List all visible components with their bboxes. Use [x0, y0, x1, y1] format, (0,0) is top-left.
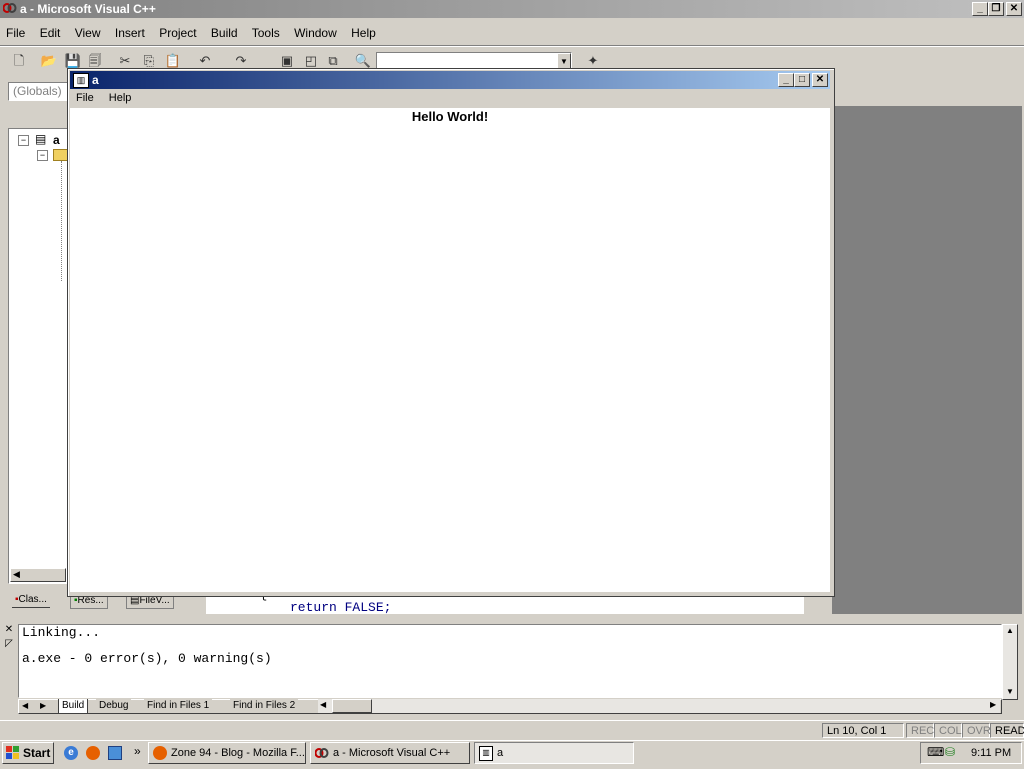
app-title: a - Microsoft Visual C++ [20, 2, 156, 16]
child-menu-help[interactable]: Help [109, 92, 132, 104]
system-tray: ⌨ ⛁ 9:11 PM [920, 742, 1022, 764]
workspace-panel: − ▤ a − [8, 128, 69, 584]
open-folder-icon[interactable]: 📂 [40, 52, 58, 70]
network-icon[interactable]: ⛁ [945, 745, 955, 759]
child-minimize-button[interactable]: _ [778, 73, 794, 87]
menu-window[interactable]: Window [294, 26, 337, 40]
output-tab-debug[interactable]: Debug [96, 699, 132, 714]
output-tab-find2[interactable]: Find in Files 2 [230, 699, 299, 714]
scroll-down-icon[interactable]: ▼ [1006, 687, 1014, 696]
output-vscroll[interactable]: ▲ ▼ [1002, 624, 1018, 700]
tree-expand-icon[interactable]: − [37, 150, 48, 161]
mdi-background [832, 106, 1022, 614]
tree-expand-icon[interactable]: − [18, 135, 29, 146]
tab-scroll-left-icon[interactable]: ◀ [22, 701, 28, 710]
scroll-thumb[interactable] [332, 699, 372, 713]
restore-button[interactable]: ❐ [988, 2, 1004, 16]
output-hscroll[interactable]: ◀ ▶ [318, 699, 1000, 713]
globals-combo-value: (Globals) [13, 84, 62, 98]
chevron-down-icon[interactable]: ▼ [557, 53, 571, 69]
status-read: READ [990, 723, 1024, 738]
output-pane[interactable]: Linking... a.exe - 0 error(s), 0 warning… [18, 624, 1002, 698]
menu-insert[interactable]: Insert [115, 26, 145, 40]
status-position: Ln 10, Col 1 [822, 723, 904, 738]
start-label: Start [23, 746, 51, 760]
task-vc[interactable]: a - Microsoft Visual C++ [310, 742, 470, 764]
app-window-icon: ▥ [479, 746, 493, 761]
main-menubar: File Edit View Insert Project Build Tool… [6, 26, 387, 42]
child-window: ▥ a _ □ ✕ File Help Hello World! [67, 68, 835, 597]
child-title: a [92, 73, 99, 87]
status-rec: REC [906, 723, 934, 738]
child-close-button[interactable]: ✕ [812, 73, 828, 87]
main-titlebar: a - Microsoft Visual C++ _ ❐ ✕ [0, 0, 1024, 18]
tab-scroll-right-icon[interactable]: ▶ [40, 701, 46, 710]
status-col: COL [934, 723, 962, 738]
task-firefox[interactable]: Zone 94 - Blog - Mozilla F... [148, 742, 306, 764]
firefox-icon [153, 746, 167, 760]
tab-classview[interactable]: ▪Clas... [12, 593, 50, 608]
menu-edit[interactable]: Edit [40, 26, 61, 40]
task-a[interactable]: ▥ a [474, 742, 634, 764]
child-client-area[interactable]: Hello World! [70, 108, 830, 592]
firefox-icon[interactable] [86, 746, 100, 760]
menu-build[interactable]: Build [211, 26, 238, 40]
menu-project[interactable]: Project [159, 26, 196, 40]
menu-view[interactable]: View [75, 26, 101, 40]
windows-logo-icon [6, 746, 20, 760]
keyboard-icon[interactable]: ⌨ [927, 745, 944, 759]
scroll-up-icon[interactable]: ▲ [1006, 626, 1014, 635]
minimize-button[interactable]: _ [972, 2, 988, 16]
tree-line [61, 161, 62, 281]
output-pin-icon[interactable]: ◸ [3, 638, 15, 650]
workspace-hscroll[interactable]: ◀ [10, 568, 66, 582]
status-ovr: OVR [962, 723, 991, 738]
menu-help[interactable]: Help [351, 26, 376, 40]
project-icon: ▤ [35, 132, 47, 146]
new-file-icon[interactable]: 🗋 [10, 52, 28, 70]
scroll-left-icon[interactable]: ◀ [320, 700, 326, 709]
menu-tools[interactable]: Tools [252, 26, 280, 40]
child-menubar: File Help [76, 92, 131, 104]
vc-icon [314, 747, 329, 763]
child-titlebar: ▥ a _ □ ✕ [70, 71, 830, 89]
desktop-icon[interactable] [108, 746, 122, 760]
start-button[interactable]: Start [2, 742, 54, 764]
output-line: Linking... [22, 625, 101, 640]
close-button[interactable]: ✕ [1006, 2, 1022, 16]
child-maximize-button[interactable]: □ [794, 73, 810, 87]
output-line: a.exe - 0 error(s), 0 warning(s) [22, 651, 272, 666]
output-tab-find1[interactable]: Find in Files 1 [144, 699, 213, 714]
ie-icon[interactable]: e [64, 746, 78, 760]
code-line-return: return FALSE; [290, 600, 392, 615]
child-menu-file[interactable]: File [76, 92, 94, 104]
app-window-icon[interactable]: ▥ [73, 73, 89, 88]
output-tab-build[interactable]: Build [58, 699, 89, 714]
scroll-left-icon[interactable]: ◀ [13, 569, 20, 580]
tree-root-label[interactable]: a [53, 133, 60, 147]
scroll-right-icon[interactable]: ▶ [990, 700, 996, 709]
output-close-icon[interactable]: ✕ [3, 624, 15, 636]
menu-file[interactable]: File [6, 26, 25, 40]
quicklaunch-more-icon[interactable]: » [134, 744, 141, 758]
globals-combo[interactable]: (Globals) [8, 82, 70, 101]
vc-icon[interactable] [2, 2, 17, 15]
clock[interactable]: 9:11 PM [971, 747, 1011, 759]
menu-divider [0, 45, 1024, 47]
hello-text: Hello World! [411, 109, 489, 124]
